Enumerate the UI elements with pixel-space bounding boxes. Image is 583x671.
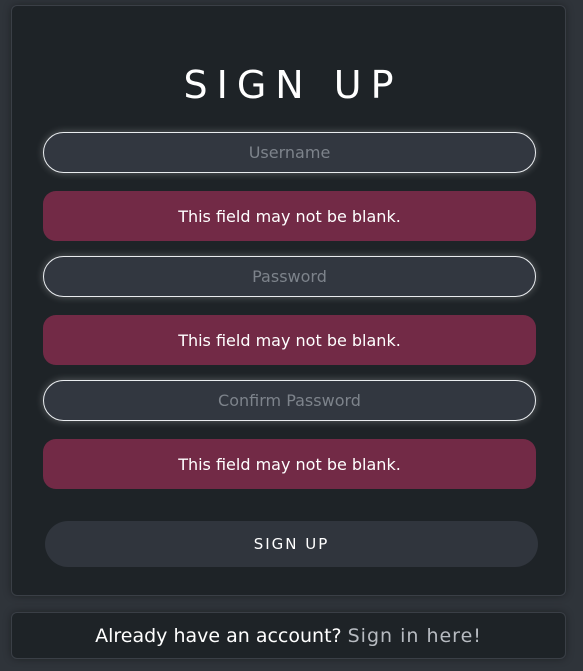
sign-in-prompt: Already have an account? — [95, 624, 342, 647]
sign-up-button[interactable]: SIGN UP — [45, 521, 538, 567]
confirm-password-error-message: This field may not be blank. — [43, 439, 536, 489]
sign-in-footer: Already have an account? Sign in here! — [11, 612, 566, 659]
confirm-password-input[interactable] — [43, 380, 536, 421]
password-error-message: This field may not be blank. — [43, 315, 536, 365]
signup-card: SIGN UP This field may not be blank. Thi… — [11, 5, 566, 596]
page-title: SIGN UP — [183, 63, 403, 107]
sign-in-link[interactable]: Sign in here! — [348, 625, 482, 647]
password-input[interactable] — [43, 256, 536, 297]
username-input[interactable] — [43, 132, 536, 173]
username-error-message: This field may not be blank. — [43, 191, 536, 241]
